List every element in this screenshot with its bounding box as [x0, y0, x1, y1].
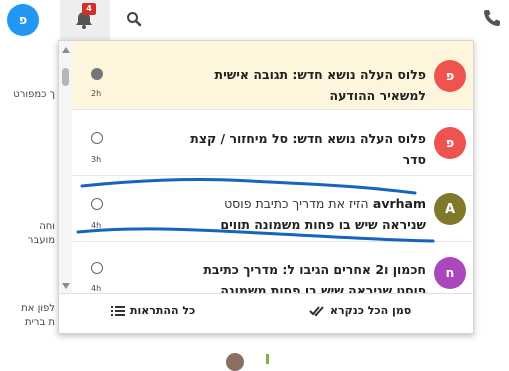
notifications-dropdown: 2h פלוס העלה נושא חדש: תגובה אישית למשאי… [58, 40, 474, 334]
notification-line-2: פוסט שניראה שיש בו פחות משמונה [220, 283, 426, 294]
background-text-3: מועבר [27, 235, 55, 246]
notification-line-1: פלוס העלה נושא חדש: סל מיחזור / קצת [190, 131, 426, 146]
notification-item[interactable]: 4h avrham הזיז את מדריך כתיבת פוסט שנירא… [72, 176, 473, 242]
read-status-indicator[interactable] [91, 262, 103, 274]
notification-item[interactable]: 2h פלוס העלה נושא חדש: תגובה אישית למשאי… [72, 41, 473, 110]
mark-all-read-button[interactable]: סמן הכל כנקרא [309, 304, 411, 317]
background-text-2: וחה [39, 221, 55, 232]
avatar[interactable] [226, 353, 244, 371]
notification-item[interactable]: 4h חכמון ו2 אחרים הגיבו ל: מדריך כתיבת פ… [72, 242, 473, 294]
avatar[interactable]: A [434, 193, 466, 225]
notification-count-badge: 4 [82, 3, 96, 15]
double-check-icon [309, 305, 324, 316]
avatar[interactable]: פ [434, 60, 466, 92]
all-notifications-label: כל ההתראות [130, 304, 196, 317]
read-status-indicator[interactable] [91, 68, 103, 80]
notification-action: הזיז את מדריך כתיבת פוסט [224, 196, 369, 211]
read-status-indicator[interactable] [91, 198, 103, 210]
avatar[interactable]: ח [434, 257, 466, 289]
read-status-indicator[interactable] [91, 132, 103, 144]
background-text-1: ך כמפורט [13, 89, 55, 100]
background-text-4: לפון את [21, 303, 55, 314]
status-indicator [266, 354, 269, 364]
notification-item[interactable]: 3h פלוס העלה נושא חדש: סל מיחזור / קצת ס… [72, 110, 473, 176]
all-notifications-button[interactable]: כל ההתראות [111, 304, 195, 317]
notification-line-1: avrham הזיז את מדריך כתיבת פוסט [112, 193, 426, 214]
notification-line-2: שניראה שיש בו פחות משמונה תווים [220, 217, 426, 232]
dropdown-footer: כל ההתראות סמן הכל כנקרא [59, 293, 473, 333]
background-text-5: ת ברית [25, 317, 55, 328]
scroll-down-arrow-icon[interactable] [62, 283, 70, 289]
notification-time: 4h [91, 221, 102, 230]
notification-text: פלוס העלה נושא חדש: סל מיחזור / קצת סדר [112, 128, 426, 170]
mark-all-read-label: סמן הכל כנקרא [330, 304, 412, 317]
user-avatar[interactable]: פ [7, 4, 39, 36]
scroll-thumb[interactable] [62, 68, 69, 86]
scrollbar[interactable] [59, 41, 72, 293]
notification-text: חכמון ו2 אחרים הגיבו ל: מדריך כתיבת פוסט… [112, 259, 426, 294]
notification-time: 4h [91, 284, 102, 293]
avatar[interactable]: פ [434, 127, 466, 159]
notification-line-1: פלוס העלה נושא חדש: תגובה אישית [214, 67, 426, 82]
notification-time: 3h [91, 155, 102, 164]
notification-line-1: חכמון ו2 אחרים הגיבו ל: מדריך כתיבת [203, 262, 426, 277]
notification-line-2: למשאיר ההודעה [329, 88, 426, 103]
notification-text: avrham הזיז את מדריך כתיבת פוסט שניראה ש… [112, 193, 426, 235]
scroll-up-arrow-icon[interactable] [62, 47, 70, 53]
notification-actor[interactable]: avrham [373, 196, 426, 211]
top-bar: פ 4 [0, 0, 509, 40]
notification-time: 2h [91, 89, 102, 98]
notification-text: פלוס העלה נושא חדש: תגובה אישית למשאיר ה… [112, 64, 426, 106]
phone-icon[interactable] [482, 8, 502, 28]
list-icon [111, 305, 125, 316]
notification-line-2: סדר [402, 152, 426, 167]
search-icon[interactable] [126, 11, 142, 27]
notifications-button[interactable]: 4 [60, 0, 110, 40]
